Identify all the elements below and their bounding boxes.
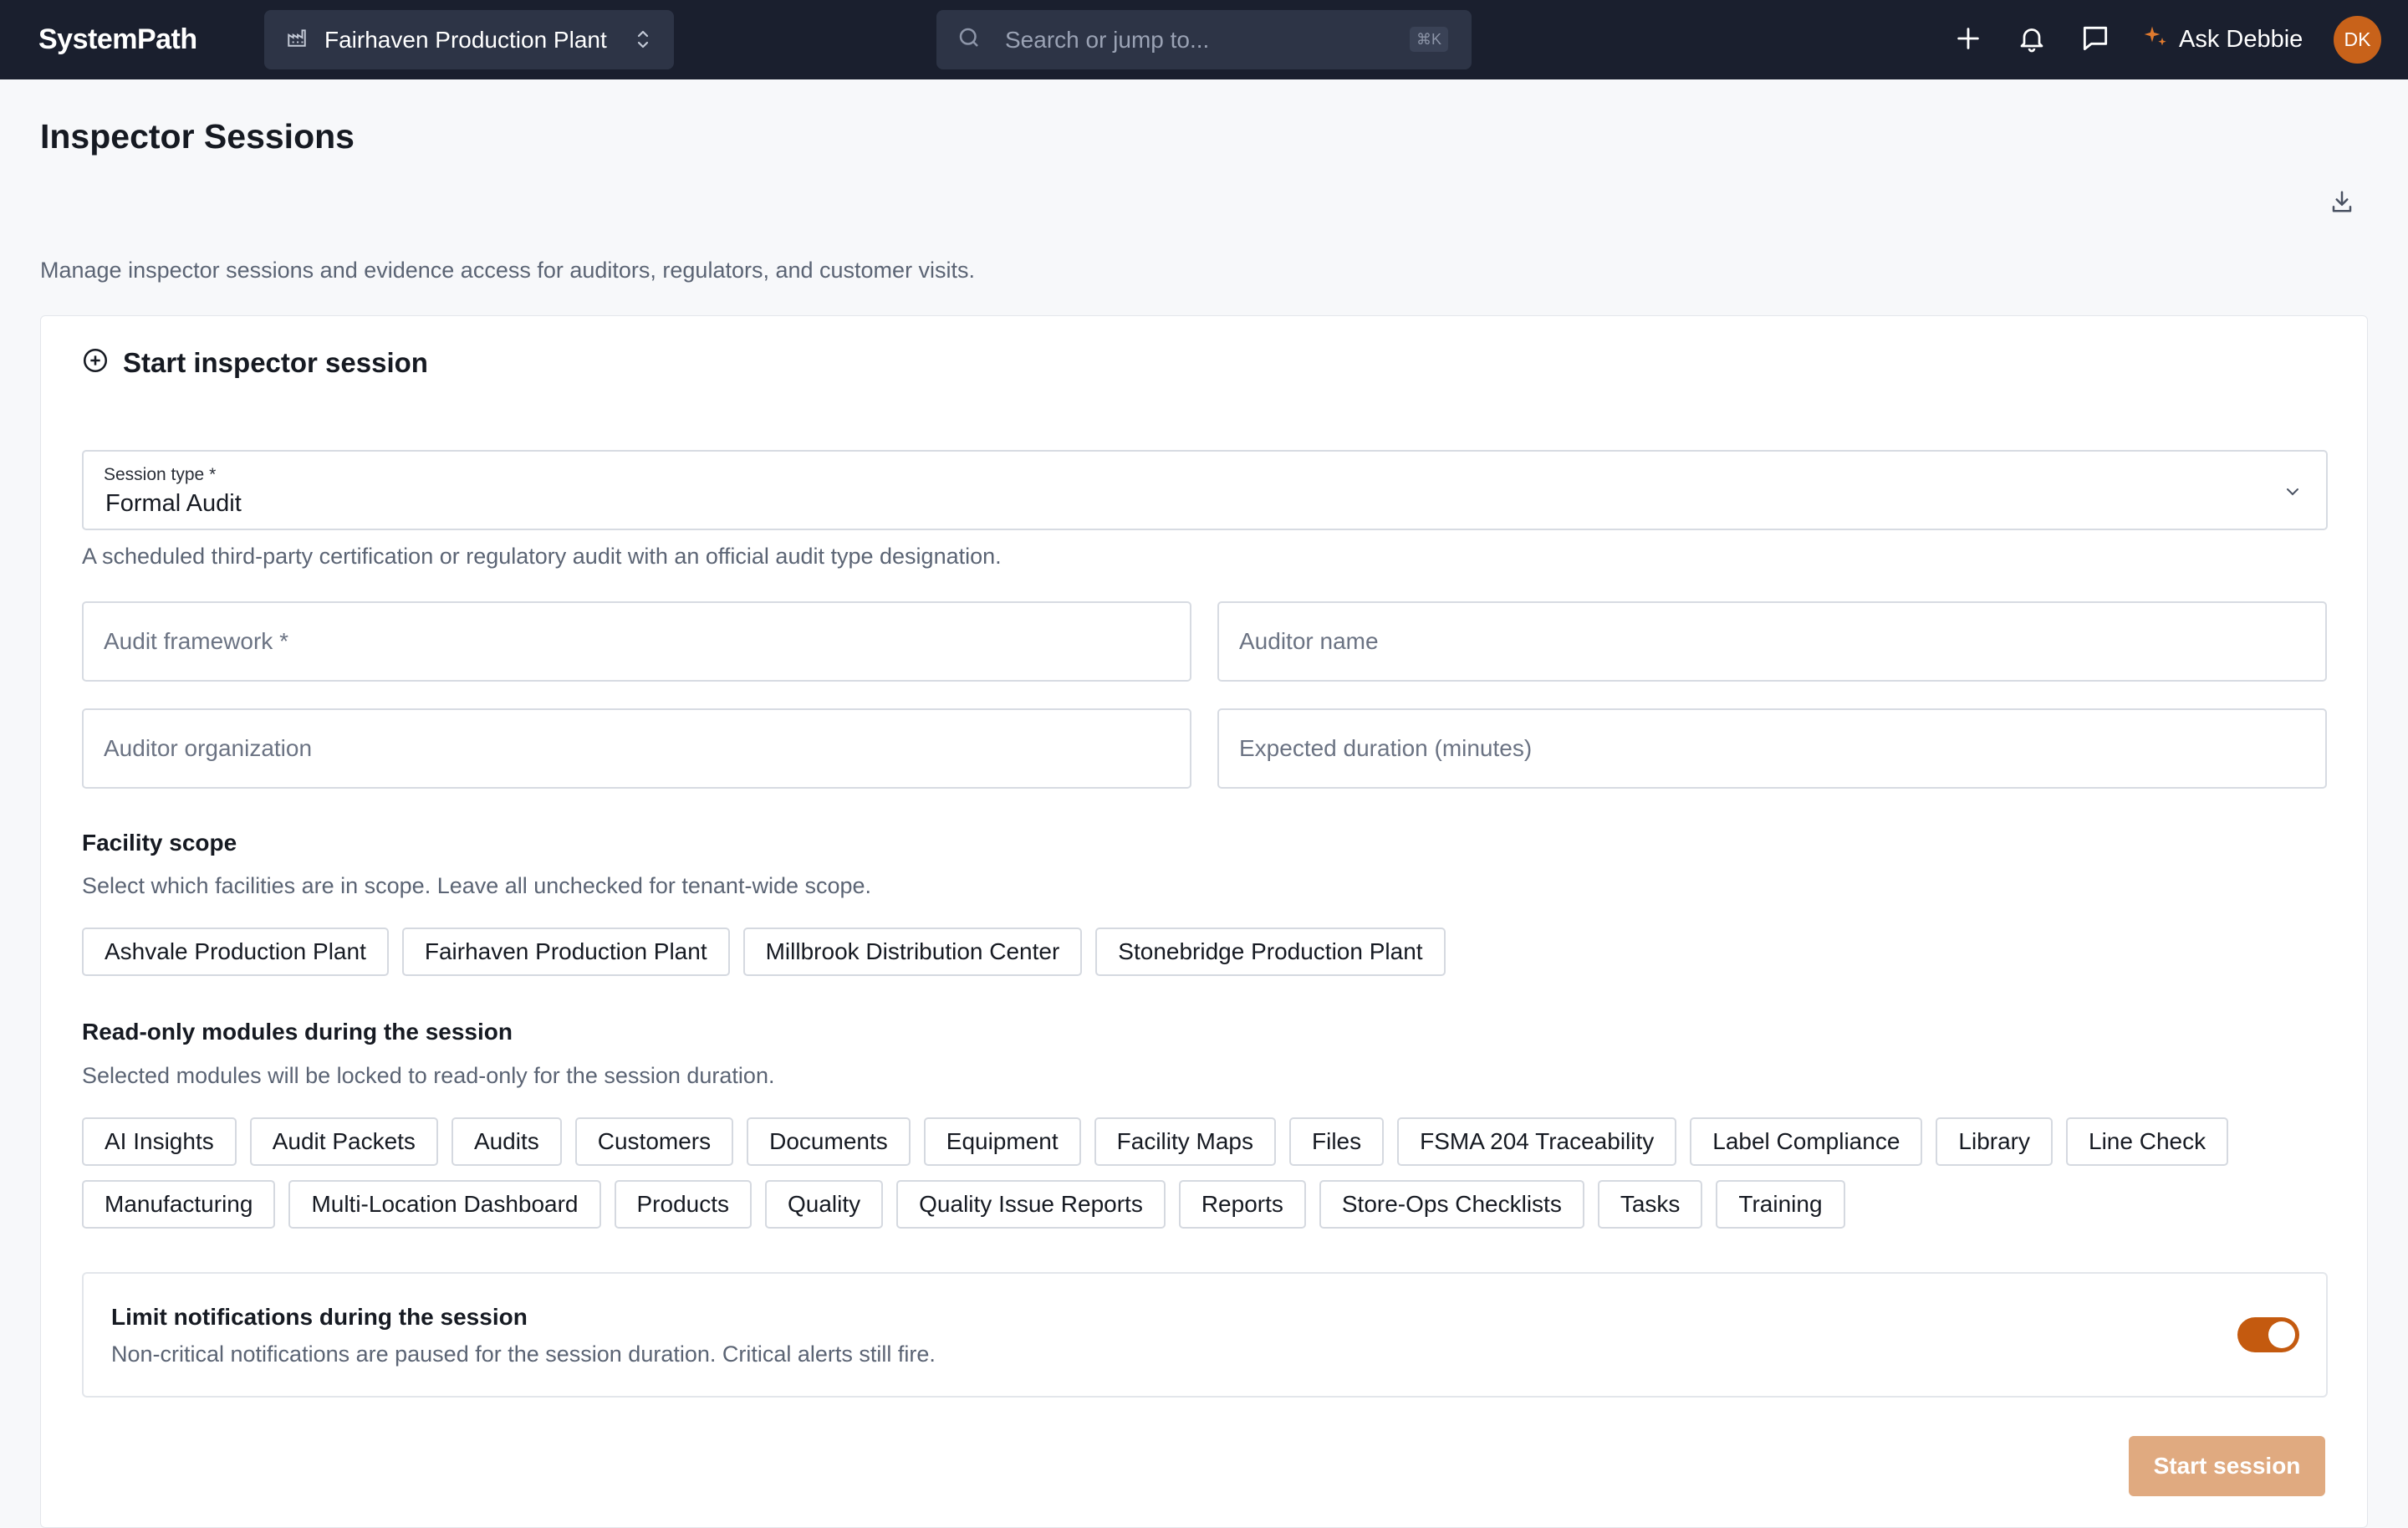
module-chip[interactable]: Store-Ops Checklists xyxy=(1319,1180,1584,1229)
search-icon xyxy=(957,25,982,54)
modules-subtitle: Selected modules will be locked to read-… xyxy=(82,1063,775,1088)
module-chip[interactable]: Audits xyxy=(451,1117,562,1166)
facility-chip[interactable]: Ashvale Production Plant xyxy=(82,928,389,976)
module-chip[interactable]: AI Insights xyxy=(82,1117,237,1166)
ask-debbie-button[interactable]: Ask Debbie xyxy=(2142,20,2303,59)
search-input[interactable]: Search or jump to... ⌘K xyxy=(936,10,1472,69)
page-title: Inspector Sessions xyxy=(40,117,355,156)
auditor-organization-field[interactable] xyxy=(82,708,1191,789)
site-switcher[interactable]: Fairhaven Production Plant xyxy=(264,10,674,69)
module-chip[interactable]: Audit Packets xyxy=(249,1117,438,1166)
limit-notifications-subtitle: Non-critical notifications are paused fo… xyxy=(111,1341,936,1367)
module-chip[interactable]: Manufacturing xyxy=(82,1180,276,1229)
chat-bubble-icon xyxy=(2079,23,2111,59)
audit-framework-field[interactable] xyxy=(82,601,1191,682)
auditor-name-field[interactable] xyxy=(1217,601,2327,682)
modules-title: Read-only modules during the session xyxy=(82,1019,513,1045)
toggle-knob xyxy=(2268,1321,2295,1348)
session-type-select[interactable]: Session type * Formal Audit xyxy=(82,450,2328,530)
app-logo[interactable]: SystemPath xyxy=(38,23,197,56)
search-shortcut: ⌘K xyxy=(1409,27,1448,52)
search-placeholder: Search or jump to... xyxy=(1005,26,1210,53)
module-chip[interactable]: Line Check xyxy=(2066,1117,2229,1166)
notifications-button[interactable] xyxy=(2013,22,2050,59)
limit-notifications-toggle[interactable] xyxy=(2237,1317,2299,1352)
session-type-label: Session type * xyxy=(104,465,217,484)
user-avatar[interactable]: DK xyxy=(2334,16,2381,64)
facility-scope-subtitle: Select which facilities are in scope. Le… xyxy=(82,873,872,898)
read-only-modules-options: AI Insights Audit Packets Audits Customers D… xyxy=(82,1117,2339,1229)
facility-scope-options: Ashvale Production Plant Fairhaven Produc… xyxy=(82,928,2339,976)
expected-duration-field[interactable] xyxy=(1217,708,2327,789)
factory-icon xyxy=(286,27,308,53)
download-icon xyxy=(2329,189,2354,218)
session-type-value: Formal Audit xyxy=(105,490,242,517)
add-button[interactable] xyxy=(1950,22,1987,59)
facility-scope-title: Facility scope xyxy=(82,830,237,856)
module-chip[interactable]: Reports xyxy=(1178,1180,1306,1229)
ask-debbie-label: Ask Debbie xyxy=(2179,25,2303,53)
sparkle-icon xyxy=(2142,24,2169,55)
chevron-up-down-icon xyxy=(634,28,652,54)
session-type-helper: A scheduled third-party certification or… xyxy=(82,544,1002,569)
module-chip[interactable]: Customers xyxy=(574,1117,734,1166)
facility-chip[interactable]: Fairhaven Production Plant xyxy=(401,928,730,976)
module-chip[interactable]: Library xyxy=(1936,1117,2053,1166)
module-chip[interactable]: FSMA 204 Traceability xyxy=(1397,1117,1677,1166)
module-chip[interactable]: Quality Issue Reports xyxy=(896,1180,1166,1229)
card-header: Start inspector session xyxy=(81,346,428,379)
module-chip[interactable]: Quality xyxy=(765,1180,884,1229)
module-chip[interactable]: Facility Maps xyxy=(1094,1117,1277,1166)
start-session-card: Start inspector session Session type * F… xyxy=(40,315,2368,1528)
module-chip[interactable]: Training xyxy=(1716,1180,1845,1229)
facility-chip[interactable]: Stonebridge Production Plant xyxy=(1095,928,1446,976)
bell-icon xyxy=(2017,23,2047,58)
module-chip[interactable]: Documents xyxy=(747,1117,911,1166)
limit-notifications-panel: Limit notifications during the session N… xyxy=(82,1272,2328,1398)
site-switcher-label: Fairhaven Production Plant xyxy=(324,26,607,53)
module-chip[interactable]: Equipment xyxy=(923,1117,1081,1166)
module-chip[interactable]: Label Compliance xyxy=(1690,1117,1923,1166)
module-chip[interactable]: Multi-Location Dashboard xyxy=(288,1180,601,1229)
plus-icon xyxy=(1954,24,1982,57)
start-session-button[interactable]: Start session xyxy=(2129,1436,2325,1496)
page-description: Manage inspector sessions and evidence a… xyxy=(40,258,976,283)
download-button[interactable] xyxy=(2324,186,2360,221)
module-chip[interactable]: Products xyxy=(614,1180,752,1229)
facility-chip[interactable]: Millbrook Distribution Center xyxy=(742,928,1083,976)
module-chip[interactable]: Tasks xyxy=(1597,1180,1703,1229)
chevron-down-icon xyxy=(2283,482,2303,506)
limit-notifications-title: Limit notifications during the session xyxy=(111,1304,528,1330)
plus-circle-icon xyxy=(81,346,110,379)
card-title: Start inspector session xyxy=(123,346,428,378)
module-chip[interactable]: Files xyxy=(1289,1117,1385,1166)
messages-button[interactable] xyxy=(2077,22,2114,59)
top-bar: SystemPath Fairhaven Production Plant Se… xyxy=(0,0,2408,79)
